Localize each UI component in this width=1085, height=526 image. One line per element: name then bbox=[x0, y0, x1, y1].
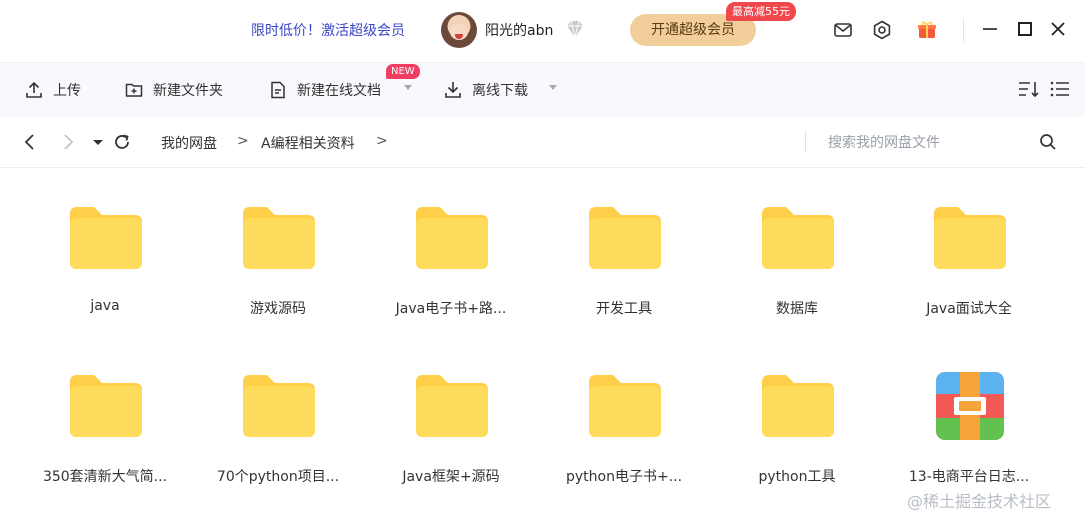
folder-item[interactable]: python工具 bbox=[722, 372, 872, 522]
breadcrumb-root[interactable]: 我的网盘 bbox=[161, 133, 217, 153]
folder-icon bbox=[70, 207, 142, 269]
folder-item[interactable]: Java电子书+路... bbox=[376, 204, 526, 354]
folder-item[interactable]: 350套清新大气简... bbox=[30, 372, 180, 522]
online-doc-dropdown-caret[interactable] bbox=[404, 85, 412, 90]
new-folder-label: 新建文件夹 bbox=[153, 83, 223, 99]
archive-icon bbox=[936, 372, 1004, 440]
file-grid: java 游戏源码 Java电子书+路... 开发工具 数据库 Java面试大全… bbox=[0, 168, 1085, 526]
folder-icon bbox=[589, 375, 661, 437]
new-folder-button[interactable]: 新建文件夹 bbox=[124, 77, 223, 103]
username[interactable]: 阳光的abn bbox=[485, 20, 553, 40]
refresh-icon[interactable] bbox=[111, 131, 133, 153]
new-badge: NEW bbox=[386, 64, 420, 79]
folder-item[interactable]: java bbox=[30, 204, 180, 354]
new-online-doc-button[interactable]: 新建在线文档 bbox=[268, 77, 381, 103]
folder-item[interactable]: 游戏源码 bbox=[203, 204, 353, 354]
history-dropdown-icon[interactable] bbox=[87, 131, 109, 153]
search-input[interactable] bbox=[826, 129, 1030, 157]
minimize-icon[interactable] bbox=[978, 17, 1002, 41]
folder-icon bbox=[243, 375, 315, 437]
file-name: 13-电商平台日志... bbox=[908, 469, 1030, 485]
new-online-doc-label: 新建在线文档 bbox=[297, 83, 381, 99]
forward-icon[interactable] bbox=[57, 131, 79, 153]
folder-item[interactable]: 数据库 bbox=[722, 204, 872, 354]
file-name: 游戏源码 bbox=[250, 301, 306, 317]
search-icon[interactable] bbox=[1038, 132, 1058, 152]
folder-icon bbox=[762, 207, 834, 269]
titlebar-divider bbox=[963, 18, 964, 42]
file-name: Java电子书+路... bbox=[395, 301, 507, 317]
folder-icon bbox=[416, 375, 488, 437]
maximize-icon[interactable] bbox=[1013, 17, 1037, 41]
folder-icon bbox=[416, 207, 488, 269]
search-divider bbox=[805, 130, 806, 152]
file-name: 开发工具 bbox=[596, 301, 652, 317]
diamond-icon bbox=[567, 20, 583, 38]
folder-icon bbox=[934, 207, 1006, 269]
breadcrumb-separator: > bbox=[237, 133, 249, 149]
folder-icon bbox=[589, 207, 661, 269]
folder-icon bbox=[762, 375, 834, 437]
offline-download-button[interactable]: 离线下载 bbox=[443, 77, 528, 103]
watermark: @稀土掘金技术社区 bbox=[907, 492, 1052, 511]
avatar[interactable] bbox=[441, 12, 477, 48]
upload-label: 上传 bbox=[53, 83, 81, 99]
folder-item[interactable]: 70个python项目... bbox=[203, 372, 353, 522]
offline-download-label: 离线下载 bbox=[472, 83, 528, 99]
document-icon bbox=[271, 81, 285, 99]
new-folder-icon bbox=[125, 83, 143, 97]
breadcrumb-separator-end: > bbox=[376, 133, 388, 149]
file-name: 70个python项目... bbox=[216, 469, 340, 485]
file-name: python电子书+... bbox=[565, 469, 683, 485]
folder-item[interactable]: Java面试大全 bbox=[894, 204, 1044, 354]
folder-item[interactable]: Java框架+源码 bbox=[376, 372, 526, 522]
file-name: 数据库 bbox=[776, 301, 818, 317]
download-icon bbox=[445, 82, 461, 98]
list-view-icon[interactable] bbox=[1048, 77, 1072, 101]
gift-icon[interactable] bbox=[916, 19, 938, 41]
back-icon[interactable] bbox=[19, 131, 41, 153]
offline-download-dropdown-caret[interactable] bbox=[549, 85, 557, 90]
navigation-bar: 我的网盘 > A编程相关资料 > bbox=[0, 117, 1085, 168]
title-bar: 限时低价！激活超级会员 阳光的abn 开通超级会员 最高减55元 bbox=[0, 0, 1085, 62]
file-name: java bbox=[90, 298, 120, 314]
folder-item[interactable]: python电子书+... bbox=[549, 372, 699, 522]
breadcrumb-current[interactable]: A编程相关资料 bbox=[261, 133, 355, 153]
discount-badge: 最高减55元 bbox=[726, 2, 796, 21]
promo-link[interactable]: 限时低价！激活超级会员 bbox=[251, 20, 405, 40]
file-name: 350套清新大气简... bbox=[42, 469, 168, 485]
upload-icon bbox=[26, 81, 42, 98]
settings-icon[interactable] bbox=[871, 19, 893, 41]
file-name: Java面试大全 bbox=[926, 301, 1012, 317]
folder-icon bbox=[243, 207, 315, 269]
upload-button[interactable]: 上传 bbox=[24, 77, 81, 103]
sort-icon[interactable] bbox=[1016, 77, 1040, 101]
mail-icon[interactable] bbox=[832, 19, 854, 41]
file-name: Java框架+源码 bbox=[402, 469, 500, 485]
folder-item[interactable]: 开发工具 bbox=[549, 204, 699, 354]
close-icon[interactable] bbox=[1046, 17, 1070, 41]
file-name: python工具 bbox=[758, 469, 836, 485]
toolbar: 上传 新建文件夹 新建在线文档 离线下载 bbox=[0, 62, 1085, 118]
folder-icon bbox=[70, 375, 142, 437]
